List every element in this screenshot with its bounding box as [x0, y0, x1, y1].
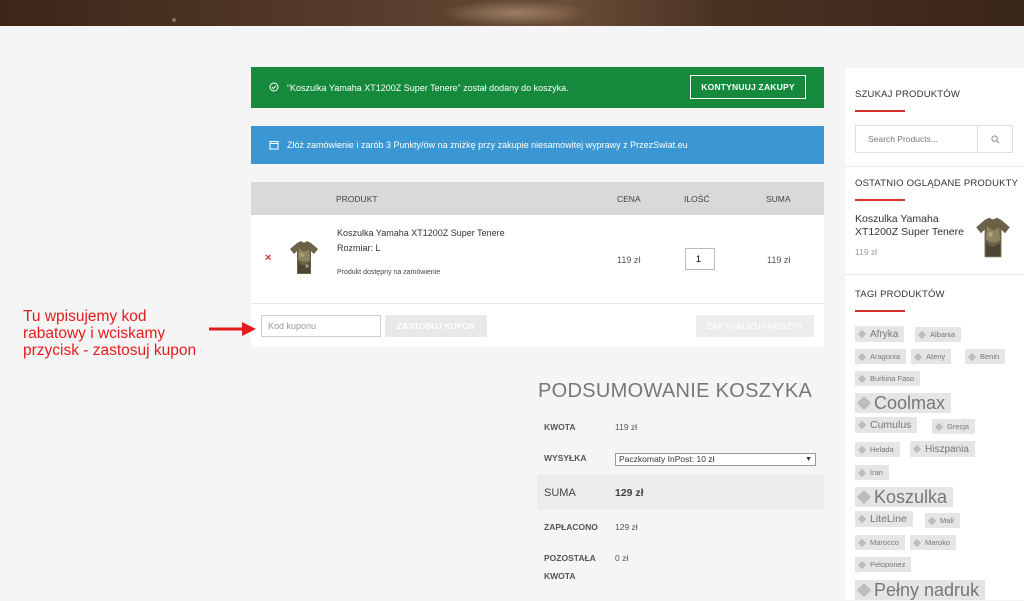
- added-message: “Koszulka Yamaha XT1200Z Super Tenere” z…: [287, 82, 569, 93]
- sidebar-divider: [845, 274, 1024, 275]
- cart-table: PRODUKT CENA ILOŚĆ SUMA × Koszulka Yamah…: [251, 182, 824, 347]
- product-size: Rozmiar: L: [337, 243, 381, 253]
- tag-link[interactable]: Albania: [915, 327, 962, 342]
- coupon-code-input[interactable]: [261, 315, 381, 337]
- update-cart-button[interactable]: ZAKTUALIZUJ KOSZYK: [696, 315, 814, 337]
- header-banner: [0, 0, 1024, 26]
- search-products-title: SZUKAJ PRODUKTÓW: [855, 89, 961, 100]
- header-total: SUMA: [766, 194, 791, 204]
- tag-link[interactable]: Koszulka: [855, 487, 954, 507]
- remaining-label-2: KWOTA: [544, 571, 576, 581]
- shipping-select[interactable]: Paczkomaty InPost: 10 zł ▼: [615, 453, 816, 466]
- dropdown-arrow-icon: ▼: [805, 456, 812, 463]
- title-underline: [855, 110, 905, 112]
- size-value: L: [375, 243, 381, 253]
- item-total: 119 zł: [767, 255, 791, 265]
- item-price: 119 zł: [617, 255, 641, 265]
- apply-coupon-button[interactable]: ZASTOSUJ KUPON: [385, 315, 487, 337]
- header-price: CENA: [617, 194, 641, 204]
- product-thumbnail[interactable]: [289, 240, 319, 276]
- tag-link[interactable]: Burkina Faso: [855, 371, 921, 386]
- check-circle-icon: [269, 82, 279, 92]
- total-label: SUMA: [544, 487, 576, 499]
- tag-link[interactable]: Coolmax: [855, 393, 952, 413]
- tag-link[interactable]: Ateny: [911, 349, 952, 364]
- tag-link[interactable]: Grecja: [932, 419, 976, 434]
- annotation-line-2: rabatowy i wciskamy: [23, 325, 166, 342]
- tag-link[interactable]: Afryka: [855, 326, 905, 342]
- title-underline: [855, 310, 905, 312]
- search-button[interactable]: [977, 126, 1012, 152]
- shipping-selected-option: Paczkomaty InPost: 10 zł: [619, 454, 715, 464]
- total-value: 129 zł: [615, 487, 644, 499]
- header-product: PRODUKT: [336, 194, 378, 204]
- tag-link[interactable]: Maroko: [910, 535, 957, 550]
- tag-link[interactable]: Hiszpania: [910, 441, 975, 457]
- tag-link[interactable]: Helada: [855, 442, 900, 457]
- sidebar-divider: [845, 166, 1024, 167]
- tag-link[interactable]: LiteLine: [855, 511, 913, 527]
- summary-amount-row: KWOTA 119 zł: [537, 422, 824, 436]
- product-name-link[interactable]: Koszulka Yamaha XT1200Z Super Tenere: [337, 228, 505, 238]
- paid-label: ZAPŁACONO: [544, 522, 598, 532]
- amount-label: KWOTA: [544, 422, 576, 432]
- cart-table-header: PRODUKT CENA ILOŚĆ SUMA: [251, 182, 824, 215]
- summary-remaining-row: POZOSTAŁA KWOTA 0 zł: [537, 553, 824, 585]
- cart-summary-title: PODSUMOWANIE KOSZYKA: [538, 380, 813, 402]
- banner-dot: [172, 18, 176, 22]
- tag-link[interactable]: Cumulus: [855, 417, 918, 433]
- paid-value: 129 zł: [615, 522, 638, 532]
- summary-paid-row: ZAPŁACONO 129 zł: [537, 522, 824, 536]
- points-message: Złóż zamówienie i zarób 3 Punkty/ów na z…: [287, 140, 688, 150]
- sidebar: SZUKAJ PRODUKTÓW OSTATNIO OGLĄDANE PRODU…: [845, 68, 1024, 600]
- amount-value: 119 zł: [615, 422, 638, 432]
- availability-note: Produkt dostępny na zamówienie: [337, 269, 441, 276]
- tag-link[interactable]: Marocco: [855, 535, 905, 550]
- product-tags-title: TAGI PRODUKTÓW: [855, 289, 945, 300]
- size-label: Rozmiar:: [337, 243, 374, 253]
- search-icon: [990, 134, 999, 143]
- header-qty: ILOŚĆ: [684, 194, 710, 204]
- annotation-arrow-icon: [209, 322, 256, 336]
- tag-link[interactable]: Pełny nadruk: [855, 580, 986, 600]
- tag-link[interactable]: Peloponez: [855, 557, 912, 572]
- tag-link[interactable]: Benin: [965, 349, 1006, 364]
- recent-product-price: 119 zł: [855, 247, 878, 257]
- search-input[interactable]: [856, 126, 979, 152]
- calendar-icon: [269, 140, 279, 150]
- annotation-line-1: Tu wpisujemy kod: [23, 308, 147, 325]
- tag-link[interactable]: Mali: [925, 513, 960, 528]
- row-divider: [251, 303, 824, 304]
- points-notice: Złóż zamówienie i zarób 3 Punkty/ów na z…: [251, 126, 824, 164]
- tag-link[interactable]: Iran: [855, 465, 889, 480]
- banner-glow: [440, 0, 590, 26]
- instruction-annotation: Tu wpisujemy kod rabatowy i wciskamy prz…: [23, 308, 223, 359]
- product-search: [855, 125, 1013, 153]
- title-underline: [855, 199, 905, 201]
- remaining-label-1: POZOSTAŁA: [544, 553, 596, 563]
- recent-product-link[interactable]: Koszulka Yamaha XT1200Z Super Tenere: [855, 213, 975, 239]
- continue-shopping-button[interactable]: KONTYNUUJ ZAKUPY: [690, 75, 806, 99]
- quantity-input[interactable]: [685, 248, 715, 270]
- recently-viewed-title: OSTATNIO OGLĄDANE PRODUKTY: [855, 178, 1019, 189]
- annotation-line-3: przycisk - zastosuj kupon: [23, 342, 197, 359]
- summary-total-row: SUMA 129 zł: [537, 475, 824, 510]
- shipping-label: WYSYŁKA: [544, 453, 587, 463]
- recent-product-thumbnail[interactable]: [975, 215, 1011, 261]
- tag-link[interactable]: Aragonia: [855, 349, 907, 364]
- summary-shipping-row: WYSYŁKA Paczkomaty InPost: 10 zł ▼: [537, 453, 824, 467]
- remove-item-button[interactable]: ×: [265, 252, 271, 264]
- remaining-value: 0 zł: [615, 553, 629, 563]
